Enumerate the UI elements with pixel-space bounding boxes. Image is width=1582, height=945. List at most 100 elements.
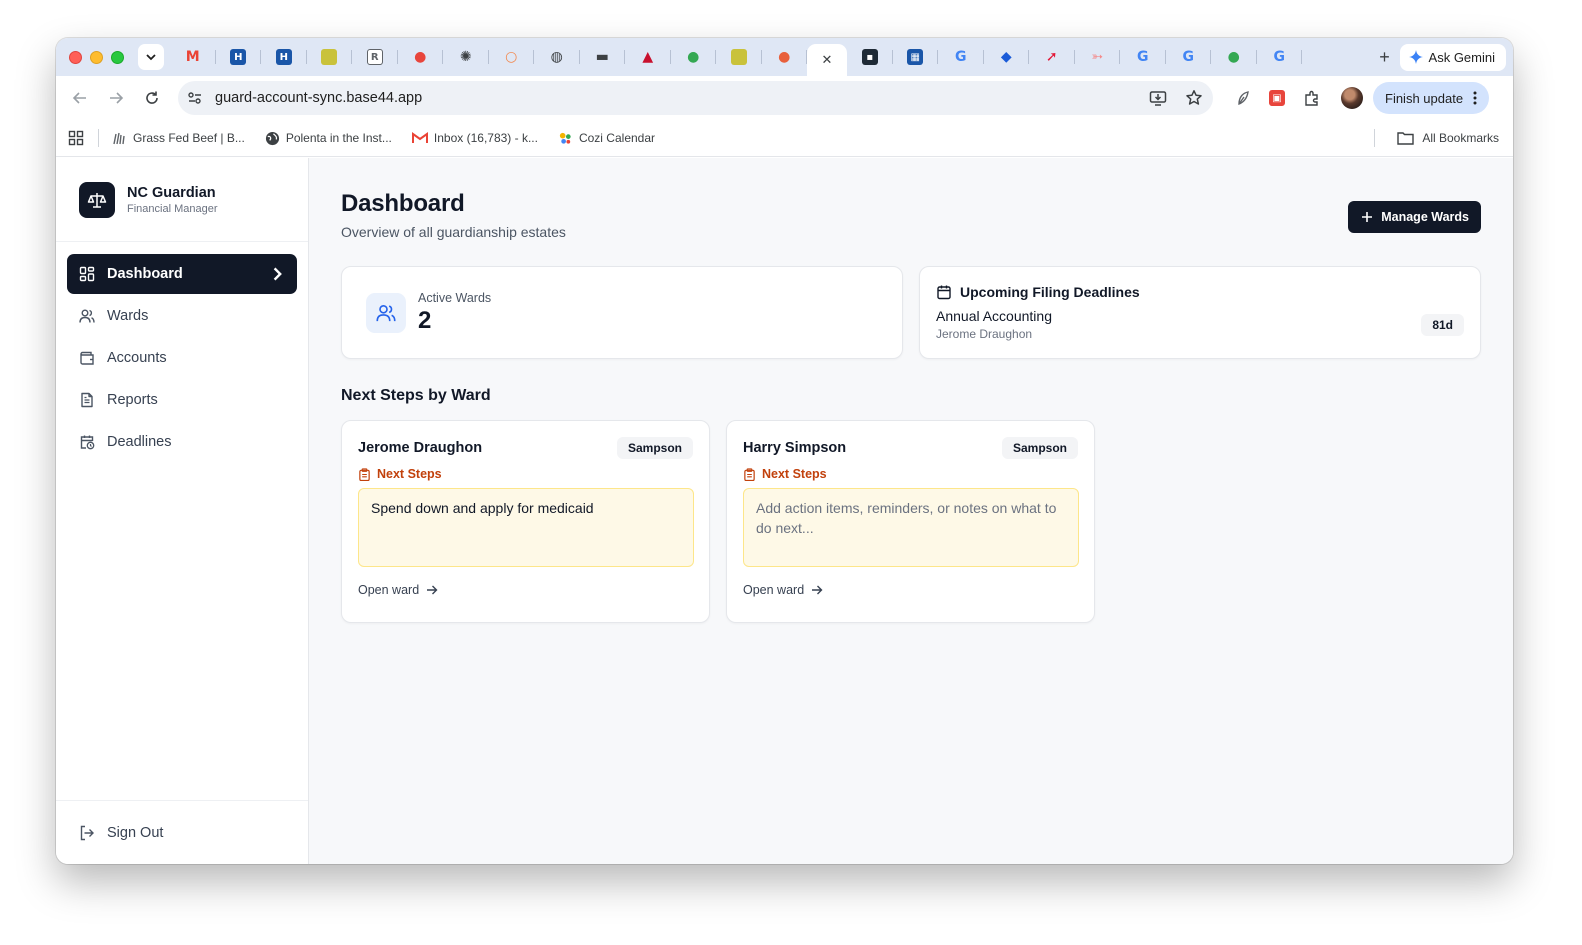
sidebar-item-reports[interactable]: Reports [67, 380, 297, 420]
browser-tab[interactable]: ✺ [443, 38, 489, 76]
arrow-left-icon [72, 92, 86, 104]
browser-tab[interactable]: ● [1211, 38, 1257, 76]
grid-app-icon: ▦ [907, 49, 924, 65]
page-title: Dashboard [341, 190, 465, 217]
browser-tab[interactable] [307, 38, 353, 76]
note-icon [730, 49, 747, 65]
close-icon[interactable]: ✕ [819, 52, 835, 68]
sidebar-nav: Dashboard Wards Accounts Reports Deadlin… [56, 242, 308, 474]
arrow-right-icon [427, 585, 438, 595]
sidebar-item-accounts[interactable]: Accounts [67, 338, 297, 378]
active-tab[interactable]: ✕ [807, 44, 847, 76]
sidebar-item-label: Accounts [107, 350, 167, 366]
extensions-puzzle-icon[interactable] [1303, 89, 1321, 107]
apps-grid-icon[interactable] [68, 130, 84, 146]
sign-out-label: Sign Out [107, 824, 164, 841]
open-ward-link[interactable]: Open ward [358, 583, 693, 597]
browser-tab[interactable]: ◆ [984, 38, 1030, 76]
browser-tab[interactable]: ○ [489, 38, 535, 76]
active-wards-value: 2 [418, 306, 432, 334]
browser-window: M H H R ● ✺ ○ ◍ ▬ ▲ ● ● ✕ ▪ ▦ G ◆ ➚ ➳ G G ● G + Ask Gemini gua… [56, 38, 1513, 864]
maps-icon: ● [1227, 49, 1240, 65]
next-steps-input[interactable] [358, 488, 694, 567]
all-bookmarks-label: All Bookmarks [1422, 131, 1499, 145]
finish-update-button[interactable]: Finish update [1373, 82, 1490, 114]
profile-avatar[interactable] [1341, 87, 1363, 109]
close-window-button[interactable] [69, 50, 82, 64]
chevron-right-icon [269, 266, 285, 282]
address-bar[interactable]: guard-account-sync.base44.app [178, 81, 1213, 115]
note-icon [321, 49, 338, 65]
wallet-icon [80, 351, 94, 365]
open-ward-link[interactable]: Open ward [743, 583, 1078, 597]
all-bookmarks-button[interactable]: All Bookmarks [1374, 129, 1499, 147]
ask-gemini-button[interactable]: Ask Gemini [1399, 43, 1506, 71]
maximize-window-button[interactable] [111, 50, 124, 64]
install-app-icon[interactable] [1149, 89, 1167, 107]
browser-tab[interactable]: G [938, 38, 984, 76]
deadline-days-badge: 81d [1421, 314, 1464, 336]
next-steps-heading: Next Steps by Ward [341, 387, 491, 404]
bookmark-label: Inbox (16,783) - k... [433, 131, 538, 145]
arrow-right-icon [812, 585, 823, 595]
google-icon: G [1137, 49, 1149, 65]
browser-tab[interactable]: ▪ [847, 38, 893, 76]
browser-tab[interactable]: G [1120, 38, 1166, 76]
bookmark-grass-fed-beef[interactable]: Grass Fed Beef | B... [111, 130, 245, 146]
browser-tab[interactable]: M [170, 38, 216, 76]
sidebar-item-label: Dashboard [107, 266, 183, 282]
browser-tab[interactable]: H [216, 38, 262, 76]
window-controls [69, 50, 124, 64]
manage-wards-button[interactable]: Manage Wards [1348, 201, 1481, 233]
next-steps-input[interactable] [743, 488, 1079, 567]
sidebar-item-dashboard[interactable]: Dashboard [67, 254, 297, 294]
app-root: NC Guardian Financial Manager Dashboard … [56, 158, 1513, 864]
red-extension-icon[interactable]: ▣ [1269, 90, 1285, 106]
feather-extension-icon[interactable] [1235, 90, 1251, 106]
sign-out-button[interactable]: Sign Out [56, 800, 308, 864]
sidebar-item-deadlines[interactable]: Deadlines [67, 422, 297, 462]
brand-header: NC Guardian Financial Manager [56, 158, 308, 242]
site-settings-icon[interactable] [187, 90, 203, 106]
browser-tab[interactable]: ● [671, 38, 717, 76]
browser-tab[interactable]: G [1257, 38, 1303, 76]
browser-tab[interactable]: ▦ [893, 38, 939, 76]
next-steps-label-text: Next Steps [762, 467, 827, 481]
bookmark-cozi-calendar[interactable]: Cozi Calendar [558, 131, 655, 146]
page-subtitle: Overview of all guardianship estates [341, 224, 566, 240]
reload-button[interactable] [134, 80, 170, 116]
browser-tab[interactable]: ● [762, 38, 808, 76]
browser-tab[interactable]: ◍ [534, 38, 580, 76]
browser-tab[interactable]: ➚ [1029, 38, 1075, 76]
forward-button[interactable] [98, 80, 134, 116]
deadlines-heading-text: Upcoming Filing Deadlines [960, 284, 1140, 300]
more-vertical-icon [1473, 91, 1477, 105]
active-wards-card: Active Wards 2 [341, 266, 903, 359]
new-tab-button[interactable]: + [1370, 47, 1400, 68]
delta-icon: ▲ [642, 49, 654, 65]
bookmark-star-icon[interactable] [1185, 89, 1203, 107]
browser-tab[interactable]: G [1166, 38, 1212, 76]
google-icon: G [955, 49, 967, 65]
tab-search-button[interactable] [138, 44, 164, 70]
browser-tab[interactable]: R [352, 38, 398, 76]
browser-toolbar: guard-account-sync.base44.app ▣ Finish u… [56, 76, 1513, 120]
browser-tab[interactable] [716, 38, 762, 76]
bookmark-inbox[interactable]: Inbox (16,783) - k... [411, 131, 538, 145]
browser-tab[interactable]: ▲ [625, 38, 671, 76]
ward-cards-grid: Jerome Draughon Sampson Next Steps Open … [341, 420, 1481, 623]
sidebar-item-wards[interactable]: Wards [67, 296, 297, 336]
browser-tab[interactable]: ▬ [580, 38, 626, 76]
url-text[interactable]: guard-account-sync.base44.app [215, 90, 1149, 106]
back-button[interactable] [62, 80, 98, 116]
browser-tab[interactable]: ➳ [1075, 38, 1121, 76]
r-icon: R [366, 49, 383, 65]
minimize-window-button[interactable] [90, 50, 103, 64]
main-content: Dashboard Overview of all guardianship e… [309, 158, 1513, 864]
browser-tab[interactable]: H [261, 38, 307, 76]
brand-name: NC Guardian [127, 184, 216, 201]
bookmark-polenta[interactable]: Polenta in the Inst... [265, 131, 392, 146]
deadline-item-ward: Jerome Draughon [936, 327, 1033, 341]
browser-tab[interactable]: ● [398, 38, 444, 76]
log-out-icon [80, 825, 94, 840]
